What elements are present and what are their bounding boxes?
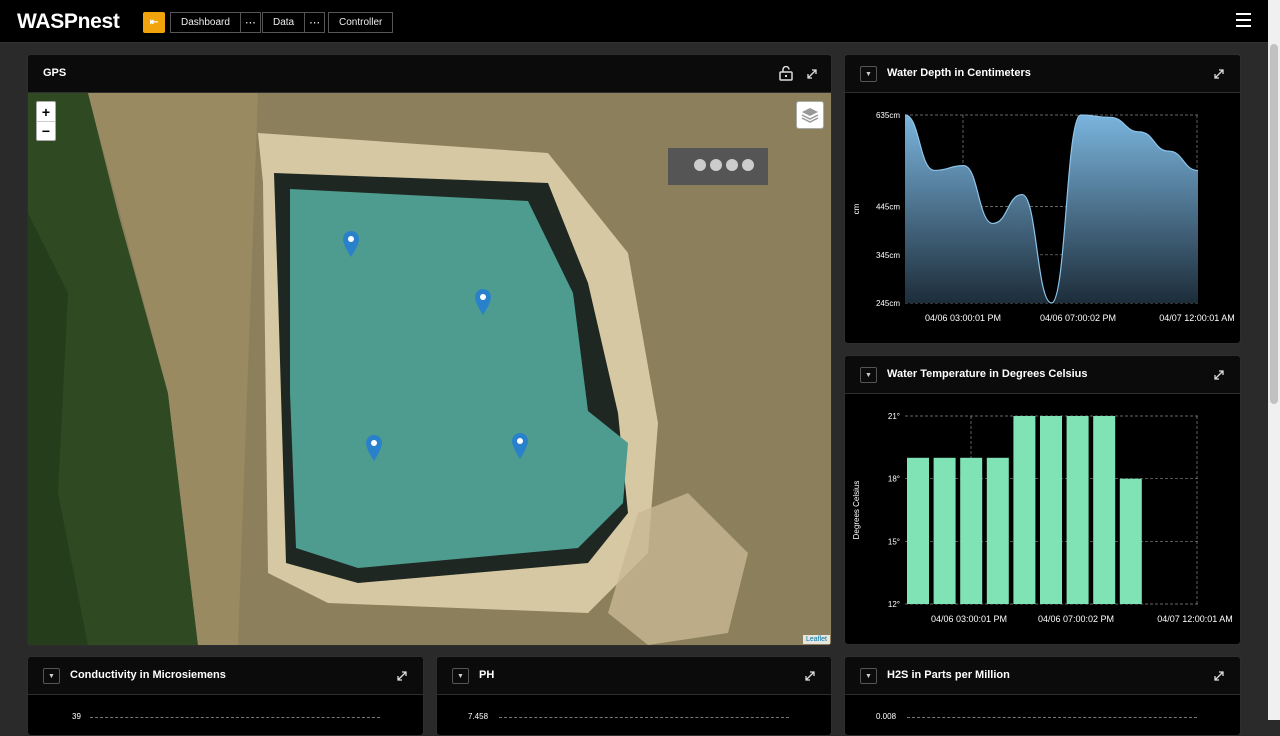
collapse-button[interactable]: ▼ (43, 668, 60, 684)
y-tick-label: 12° (888, 600, 900, 609)
expand-icon[interactable] (1212, 368, 1226, 382)
conductivity-title: Conductivity in Microsiemens (70, 669, 226, 681)
controller-button[interactable]: Controller (328, 12, 394, 33)
y-tick-label: 635cm (876, 111, 900, 120)
water-temperature-chart: 21° 18° 15° 12° 04/06 03:00:01 PM 04/06 07:00… (852, 412, 1233, 624)
dashboard-button[interactable]: Dashboard (171, 17, 240, 28)
h2s-panel: ▼ H2S in Parts per Million 0.008 (844, 656, 1241, 736)
y-tick-label: 445cm (876, 203, 900, 212)
y-tick-label: 245cm (876, 299, 900, 308)
ph-panel: ▼ PH 7.458 (436, 656, 832, 736)
y-tick-label: 18° (888, 475, 900, 484)
data-menu: Data ⋯ (262, 12, 326, 33)
gps-title: GPS (43, 67, 67, 79)
chevron-down-icon: ▼ (457, 672, 464, 680)
x-tick-label: 04/07 12:00:01 AM (1157, 614, 1233, 624)
y-axis-label: Degrees Celsius (852, 481, 861, 540)
home-button[interactable]: ⇤ (143, 12, 165, 33)
collapse-button[interactable]: ▼ (452, 668, 469, 684)
home-icon: ⇤ (149, 17, 159, 28)
temperature-bar (960, 457, 983, 604)
grid-line (90, 717, 380, 718)
ph-header: ▼ PH (437, 657, 831, 695)
expand-icon[interactable] (1212, 669, 1226, 683)
satellite-imagery (28, 93, 831, 645)
conductivity-header: ▼ Conductivity in Microsiemens (28, 657, 423, 695)
water-temperature-title: Water Temperature in Degrees Celsius (887, 368, 1088, 380)
x-tick-label: 04/07 12:00:01 AM (1159, 313, 1235, 323)
page-scrollbar[interactable] (1268, 0, 1280, 720)
chevron-down-icon: ▼ (865, 371, 872, 379)
temperature-bar (1093, 416, 1116, 604)
h2s-title: H2S in Parts per Million (887, 669, 1010, 681)
temperature-bar (1040, 416, 1062, 604)
temperature-bar (986, 457, 1009, 604)
y-tick-label: 21° (888, 412, 900, 421)
expand-icon[interactable] (803, 669, 817, 683)
dashboard-menu: Dashboard ⋯ (170, 12, 261, 33)
chevron-down-icon: ▼ (865, 672, 872, 680)
lock-icon[interactable] (779, 66, 793, 81)
depth-series-area (905, 115, 1198, 303)
map-marker-icon[interactable] (343, 231, 359, 257)
y-tick-label: 15° (888, 537, 900, 546)
water-depth-title: Water Depth in Centimeters (887, 67, 1031, 79)
data-button[interactable]: Data (263, 17, 304, 28)
temperature-bar (1119, 478, 1142, 604)
map-marker-icon[interactable] (475, 289, 491, 315)
y-tick-label: 345cm (876, 251, 900, 260)
gps-panel-header: GPS (28, 55, 831, 93)
expand-icon[interactable] (805, 67, 819, 81)
collapse-button[interactable]: ▼ (860, 668, 877, 684)
x-tick-label: 04/06 07:00:02 PM (1040, 313, 1116, 323)
gps-map[interactable]: + − Leaflet (28, 93, 831, 645)
map-marker-icon[interactable] (366, 435, 382, 461)
chevron-down-icon: ▼ (865, 70, 872, 78)
gps-panel: GPS + − Leaflet (27, 54, 832, 646)
conductivity-panel: ▼ Conductivity in Microsiemens 39 (27, 656, 424, 736)
hamburger-menu-icon[interactable] (1236, 13, 1251, 28)
collapse-button[interactable]: ▼ (860, 66, 877, 82)
temperature-bar (1066, 416, 1089, 604)
expand-icon[interactable] (395, 669, 409, 683)
temperature-bar (907, 457, 929, 604)
temperature-bar (1013, 416, 1036, 604)
scrollbar-thumb[interactable] (1270, 44, 1278, 404)
h2s-header: ▼ H2S in Parts per Million (845, 657, 1240, 695)
controller-label: Controller (339, 17, 383, 28)
x-tick-label: 04/06 07:00:02 PM (1038, 614, 1114, 624)
water-temperature-panel: ▼ Water Temperature in Degrees Celsius 2… (844, 355, 1241, 645)
map-attribution-link[interactable]: Leaflet (802, 635, 830, 644)
temperature-bar (933, 457, 956, 604)
zoom-control: + − (36, 101, 56, 141)
chevron-down-icon: ▼ (48, 672, 55, 680)
dashboard-more-button[interactable]: ⋯ (239, 13, 260, 32)
app-logo[interactable]: WASPnest (17, 10, 120, 34)
ph-title: PH (479, 669, 495, 681)
water-depth-chart: 635cm 445cm 345cm 245cm 04/06 03:00:01 PM 04/… (852, 111, 1235, 323)
layers-icon (801, 108, 819, 123)
zoom-out-button[interactable]: − (37, 121, 55, 140)
top-nav-bar: WASPnest ⇤ Dashboard ⋯ Data ⋯ Controller (0, 0, 1280, 43)
expand-icon[interactable] (1212, 67, 1226, 81)
x-tick-label: 04/06 03:00:01 PM (931, 614, 1007, 624)
x-tick-label: 04/06 03:00:01 PM (925, 313, 1001, 323)
y-axis-label: cm (852, 203, 861, 214)
grid-line (907, 717, 1197, 718)
data-more-button[interactable]: ⋯ (304, 13, 324, 32)
zoom-in-button[interactable]: + (37, 102, 55, 121)
layers-button[interactable] (796, 101, 824, 129)
map-marker-icon[interactable] (512, 433, 528, 459)
water-temperature-header: ▼ Water Temperature in Degrees Celsius (845, 356, 1240, 394)
collapse-button[interactable]: ▼ (860, 367, 877, 383)
grid-line (499, 717, 789, 718)
water-depth-header: ▼ Water Depth in Centimeters (845, 55, 1240, 93)
water-depth-panel: ▼ Water Depth in Centimeters 635cm 445cm 3… (844, 54, 1241, 344)
